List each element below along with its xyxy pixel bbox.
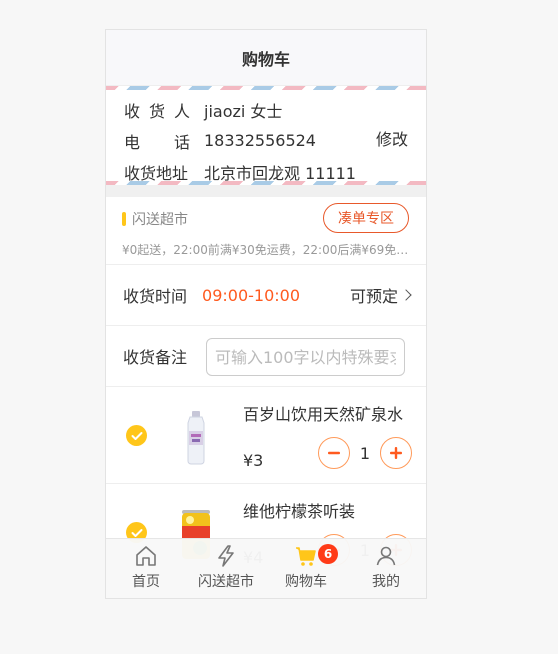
phone-row: 电话 18332556524 (124, 125, 408, 156)
cart-count-badge: 6 (318, 544, 338, 564)
delivery-note-input[interactable] (206, 338, 405, 376)
delivery-note-label: 收货备注 (123, 348, 188, 367)
store-delivery-notice: ¥0起送，22:00前满¥30免运费，22:00后满¥69免运费 (122, 243, 414, 257)
item-checked-icon[interactable] (126, 425, 147, 446)
lightning-icon (218, 545, 234, 567)
phone-label: 电话 (124, 132, 190, 152)
tab-home[interactable]: 首页 (106, 539, 186, 598)
item-quantity: 1 (359, 443, 371, 463)
receiver-row: 收货人 jiaozi 女士 (124, 94, 408, 125)
tab-mine[interactable]: 我的 (346, 539, 426, 598)
cou-dan-button[interactable]: 凑单专区 (323, 203, 409, 233)
increase-button[interactable] (380, 437, 412, 469)
store-name: 闪送超市 (132, 212, 188, 228)
address-label: 收货地址 (124, 163, 189, 183)
delivery-time-value: 09:00-10:00 (202, 285, 301, 305)
item-name: 百岁山饮用天然矿泉水 (243, 405, 404, 424)
delivery-time-label: 收货时间 (123, 287, 188, 306)
page-title: 购物车 (106, 30, 426, 86)
decrease-button[interactable] (318, 437, 350, 469)
item-price: ¥3 (243, 451, 264, 470)
preorder-link[interactable]: 可预定 (349, 283, 412, 307)
delivery-time-row[interactable]: 收货时间 09:00-10:00 可预定 (106, 265, 426, 326)
water-bottle-image (172, 407, 220, 467)
edit-address-link[interactable]: 修改 (376, 126, 408, 150)
app-screen: 购物车 收货人 jiaozi 女士 电话 18332556524 收货地址 北京… (105, 29, 427, 599)
store-header: 闪送超市 凑单专区 ¥0起送，22:00前满¥30免运费，22:00后满¥69免… (106, 197, 426, 265)
tab-mine-label: 我的 (372, 574, 400, 590)
chevron-right-icon (400, 289, 412, 301)
delivery-note-row: 收货备注 (106, 326, 426, 387)
cart-item: 百岁山饮用天然矿泉水 ¥3 1 (106, 387, 426, 484)
tab-flash-market-label: 闪送超市 (198, 574, 254, 590)
address-row: 收货地址 北京市回龙观 11111 (124, 156, 408, 187)
preorder-label: 可预定 (349, 287, 398, 306)
tab-home-label: 首页 (132, 574, 160, 590)
cart-icon (296, 547, 316, 566)
item-name: 维他柠檬茶听装 (243, 502, 356, 521)
receiver-name: jiaozi 女士 (204, 101, 283, 121)
tab-cart-label: 购物车 (285, 574, 327, 590)
tab-cart[interactable]: 购物车 6 (266, 539, 346, 598)
quantity-stepper: 1 (318, 437, 412, 469)
tab-flash-market[interactable]: 闪送超市 (186, 539, 266, 598)
home-icon (136, 546, 156, 566)
receiver-label: 收货人 (124, 101, 190, 121)
user-icon (376, 546, 396, 566)
bottom-tab-bar: 首页 闪送超市 购物车 6 我的 (106, 538, 426, 598)
address-text: 北京市回龙观 11111 (204, 163, 356, 183)
store-accent-bar (122, 212, 126, 226)
address-card[interactable]: 收货人 jiaozi 女士 电话 18332556524 收货地址 北京市回龙观… (106, 90, 426, 183)
